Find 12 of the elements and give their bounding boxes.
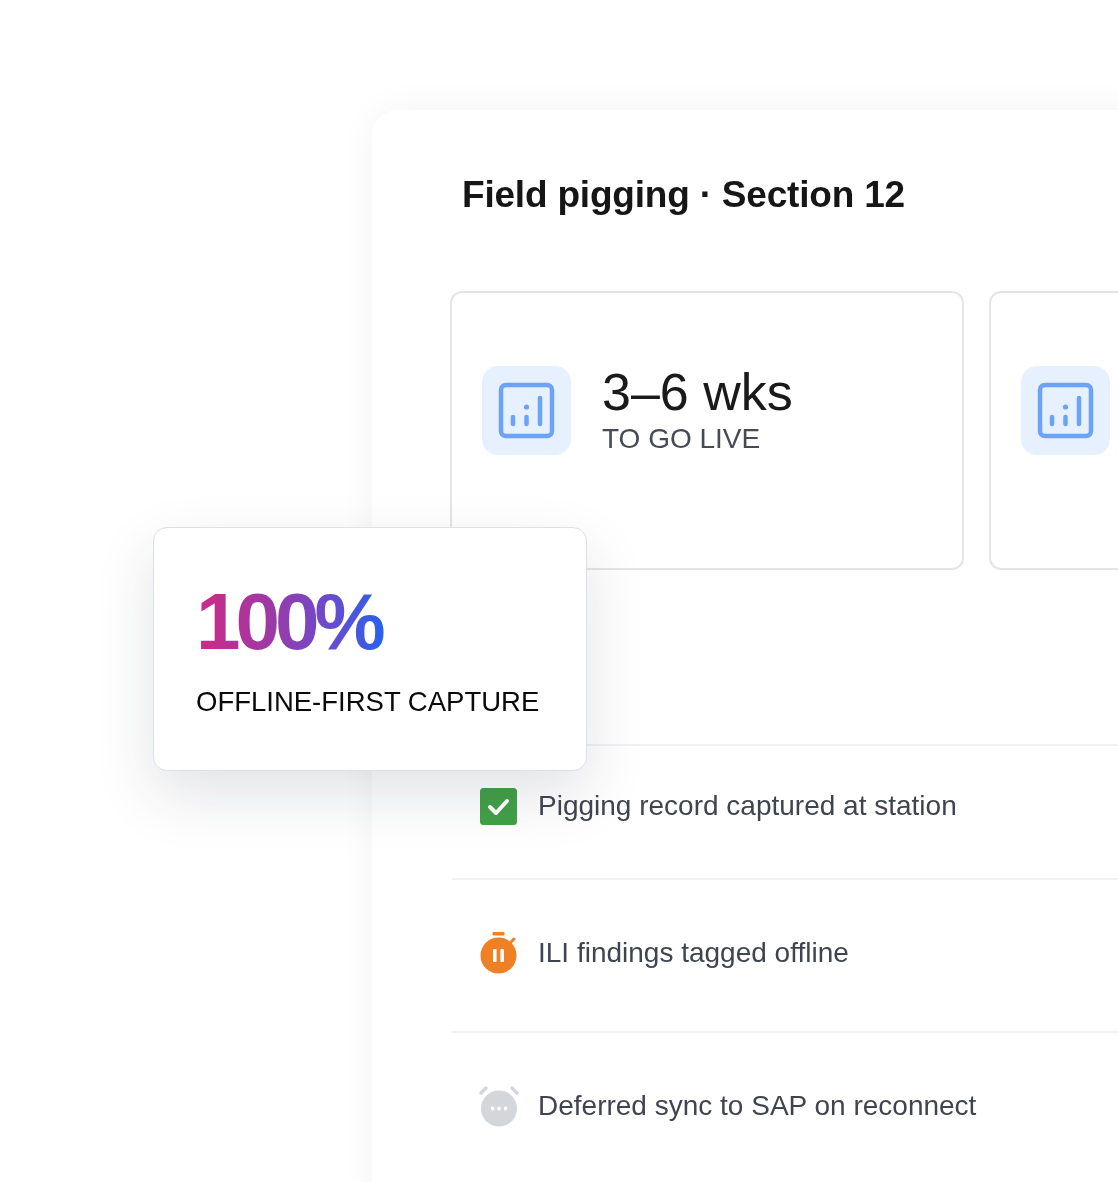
checklist-item-text: ILI findings tagged offline	[538, 935, 849, 970]
highlight-label: OFFLINE-FIRST CAPTURE	[196, 686, 540, 718]
stat-label: TO GO LIVE	[602, 422, 762, 456]
bar-chart-icon	[482, 366, 571, 455]
stat-value: 3–6 wks	[602, 362, 793, 422]
bar-chart-icon	[1021, 366, 1110, 455]
checkbox-checked-icon	[480, 787, 517, 825]
checklist-item-text: Pigging record captured at station	[538, 789, 957, 823]
alarm-clock-icon	[477, 1084, 520, 1127]
checklist-item-text: Deferred sync to SAP on reconnect	[538, 1088, 977, 1123]
panel-title: Field pigging · Section 12	[462, 173, 905, 217]
stopwatch-pause-icon	[480, 931, 517, 974]
